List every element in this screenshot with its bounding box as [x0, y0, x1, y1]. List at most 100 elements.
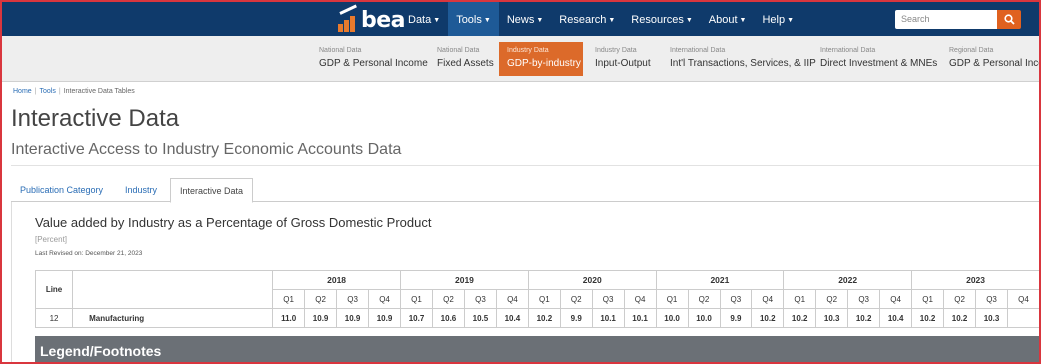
value-cell: 10.9 [368, 308, 402, 328]
tab-industry[interactable]: Industry [116, 178, 166, 202]
subnav-gdp-by-industry[interactable]: Industry Data GDP-by-industry [499, 42, 583, 76]
table-title: Value added by Industry as a Percentage … [35, 215, 432, 230]
caret-down-icon: ▼ [685, 17, 693, 24]
value-cell: 10.5 [463, 308, 497, 328]
year-header[interactable]: 2022 [783, 270, 913, 290]
page-subtitle: Interactive Access to Industry Economic … [11, 141, 402, 158]
quarter-header: Q3 [463, 289, 497, 309]
page-title: Interactive Data [11, 105, 180, 132]
quarter-header: Q1 [272, 289, 306, 309]
value-cell: 10.0 [655, 308, 689, 328]
breadcrumb-current: Interactive Data Tables [63, 88, 135, 95]
value-cell: 10.0 [687, 308, 721, 328]
quarter-header: Q4 [368, 289, 402, 309]
subnav-fixed-assets[interactable]: National Data Fixed Assets [429, 42, 502, 76]
data-panel: Value added by Industry as a Percentage … [11, 202, 1039, 362]
quarter-header: Q2 [559, 289, 593, 309]
year-header[interactable]: 2021 [655, 270, 785, 290]
quarter-header: Q2 [304, 289, 338, 309]
year-header[interactable]: 2018 [272, 270, 402, 290]
industry-name[interactable]: Manufacturing [72, 308, 274, 328]
value-cell: 10.9 [304, 308, 338, 328]
quarter-header: Q2 [943, 289, 977, 309]
caret-down-icon: ▼ [787, 17, 795, 24]
value-cell: 10.7 [400, 308, 433, 328]
quarter-header: Q4 [623, 289, 657, 309]
bea-logo[interactable]: bea [338, 4, 406, 33]
sub-nav: National Data GDP & Personal Income Nati… [2, 36, 1039, 82]
logo-text: bea [361, 8, 406, 33]
value-cell: 10.6 [431, 308, 465, 328]
quarter-header: Q1 [527, 289, 561, 309]
page-frame: bea Data ▼ Tools ▼ News ▼ Research ▼ Resourc… [0, 0, 1041, 364]
quarter-header: Q1 [783, 289, 817, 309]
nav-resources[interactable]: Resources ▼ [623, 2, 701, 36]
nav-news[interactable]: News ▼ [499, 2, 551, 36]
divider [11, 165, 1039, 166]
value-cell: 9.9 [719, 308, 753, 328]
quarter-header: Q3 [847, 289, 881, 309]
subnav-input-output[interactable]: Industry Data Input-Output [587, 42, 659, 76]
table-unit: [Percent] [35, 235, 68, 244]
caret-down-icon: ▼ [536, 17, 544, 24]
tab-publication-category[interactable]: Publication Category [11, 178, 112, 202]
subnav-intl-transactions[interactable]: International Data Int'l Transactions, S… [662, 42, 824, 76]
value-cell: 9.9 [559, 308, 593, 328]
value-cell: 10.4 [495, 308, 529, 328]
value-cell: 10.3 [975, 308, 1009, 328]
caret-down-icon: ▼ [608, 17, 616, 24]
value-cell: 10.4 [879, 308, 913, 328]
quarter-header: Q4 [1007, 289, 1039, 309]
tab-interactive-data[interactable]: Interactive Data [170, 178, 254, 203]
data-table: Line 2018 2019 2020 2021 2022 2023 Q1 Q2 Q… [35, 270, 1039, 328]
caret-down-icon: ▼ [739, 17, 747, 24]
top-nav: bea Data ▼ Tools ▼ News ▼ Research ▼ Resourc… [2, 2, 1039, 36]
quarter-header: Q4 [879, 289, 913, 309]
year-header[interactable]: 2020 [527, 270, 657, 290]
quarter-header: Q3 [719, 289, 753, 309]
subnav-gdp-personal-income[interactable]: National Data GDP & Personal Income [311, 42, 436, 76]
breadcrumb-home[interactable]: Home [13, 88, 32, 95]
table-row: 12 Manufacturing 11.0 10.9 10.9 10.9 10.7 10.… [35, 308, 1039, 328]
year-header[interactable]: 2019 [400, 270, 529, 290]
quarter-header: Q1 [655, 289, 689, 309]
value-cell: 10.2 [911, 308, 945, 328]
breadcrumb-tools[interactable]: Tools [40, 88, 56, 95]
breadcrumb: Home | Tools | Interactive Data Tables [13, 88, 135, 95]
value-cell: 10.3 [815, 308, 849, 328]
table-scroll-area[interactable]: Line 2018 2019 2020 2021 2022 2023 Q1 Q2 Q… [35, 270, 1039, 330]
search-input[interactable]: Search [895, 10, 997, 29]
value-cell: 10.2 [847, 308, 881, 328]
quarter-header: Q1 [911, 289, 945, 309]
nav-research[interactable]: Research ▼ [551, 2, 623, 36]
year-header[interactable]: 2023 [911, 270, 1039, 290]
value-cell: 10.9 [336, 308, 370, 328]
quarter-header: Q3 [975, 289, 1009, 309]
line-header[interactable]: Line [35, 270, 74, 309]
last-revised: Last Revised on: December 21, 2023 [35, 250, 143, 257]
quarter-header: Q2 [815, 289, 849, 309]
nav-data[interactable]: Data ▼ [400, 2, 448, 36]
value-cell: 10.2 [783, 308, 817, 328]
value-cell [1007, 308, 1039, 328]
value-cell: 10.1 [591, 308, 625, 328]
quarter-header: Q3 [336, 289, 370, 309]
nav-help[interactable]: Help ▼ [754, 2, 802, 36]
value-cell: 10.2 [527, 308, 561, 328]
subnav-regional-gdp[interactable]: Regional Data GDP & Personal Income [941, 42, 1039, 76]
nav-about[interactable]: About ▼ [701, 2, 755, 36]
industry-header [72, 270, 274, 309]
quarter-header: Q3 [591, 289, 625, 309]
nav-tools[interactable]: Tools ▼ [448, 2, 499, 36]
tab-bar: Publication Category Industry Interactiv… [11, 178, 1039, 203]
quarter-header: Q4 [751, 289, 785, 309]
value-cell: 10.2 [751, 308, 785, 328]
value-cell: 11.0 [272, 308, 306, 328]
search-icon [1004, 14, 1015, 25]
subnav-direct-investment[interactable]: International Data Direct Investment & M… [812, 42, 945, 76]
search-button[interactable] [997, 10, 1021, 29]
quarter-header: Q1 [400, 289, 433, 309]
logo-icon [338, 4, 360, 32]
value-cell: 10.1 [623, 308, 657, 328]
legend-footnotes-header[interactable]: Legend/Footnotes [35, 336, 1039, 362]
